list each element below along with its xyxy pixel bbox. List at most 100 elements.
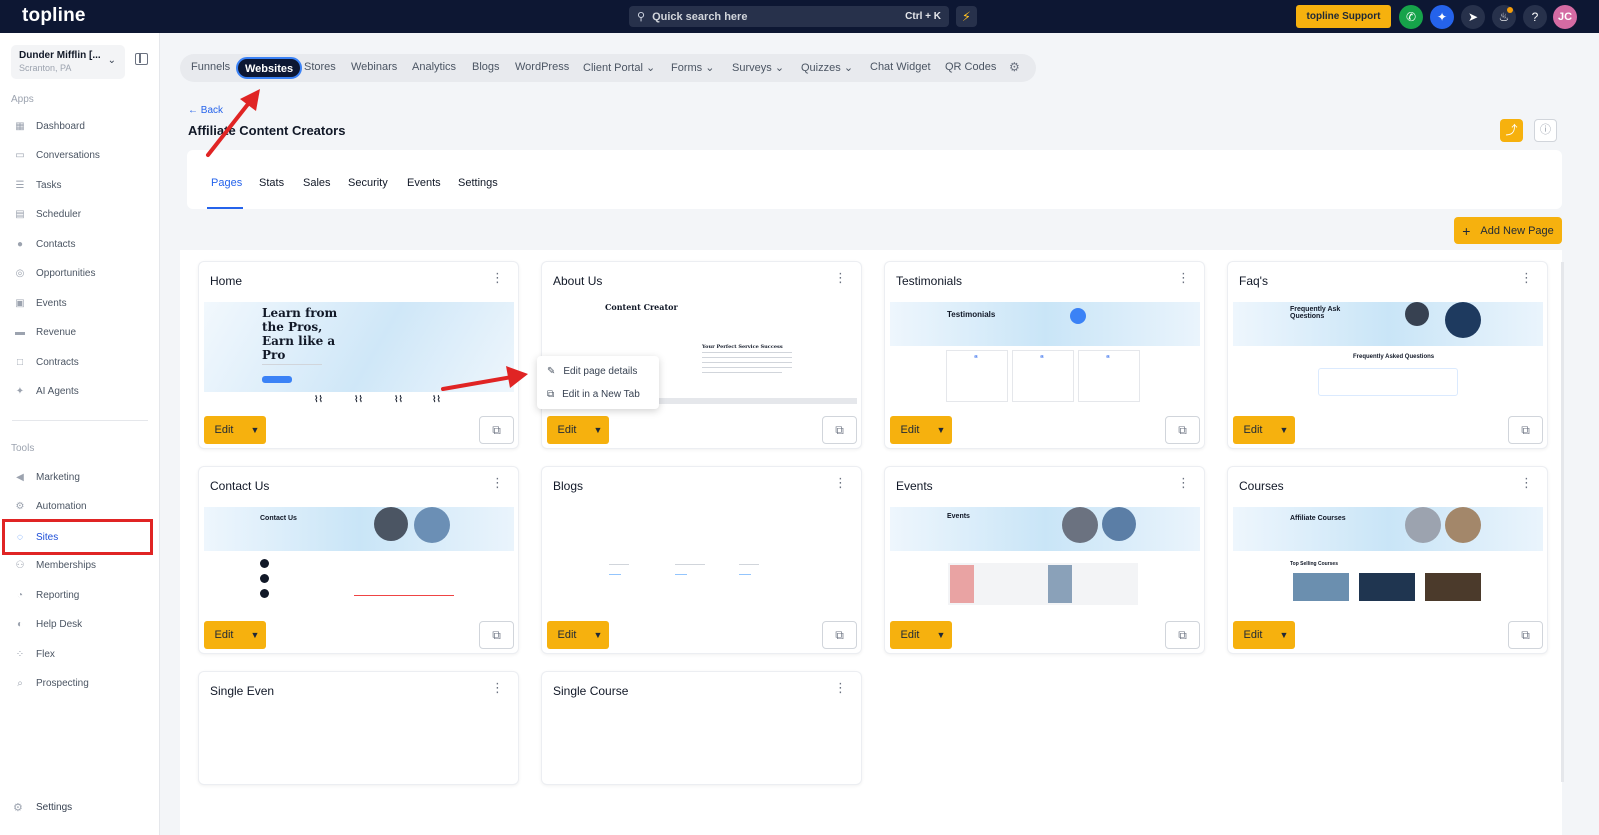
chevron-down-icon[interactable]: ▼	[244, 425, 266, 435]
page-thumbnail[interactable]: Learn from the Pros, Earn like a Pro ⌇⌇ …	[204, 302, 514, 406]
sidebar-item-ai-agents[interactable]: ✦ AI Agents	[13, 381, 153, 403]
external-link-icon[interactable]: ⧉	[1508, 416, 1543, 444]
back-link[interactable]: ← Back	[188, 105, 223, 116]
help-icon[interactable]: ?	[1523, 5, 1547, 29]
scrollbar[interactable]	[1561, 262, 1564, 782]
tab-client-portal[interactable]: Client Portal ⌄	[583, 61, 655, 74]
tab-quizzes[interactable]: Quizzes ⌄	[801, 61, 853, 74]
page-card-home[interactable]: Home ⋮ Learn from the Pros, Earn like a …	[198, 261, 519, 449]
tab-security[interactable]: Security	[348, 177, 388, 189]
megaphone-icon[interactable]: ➤	[1461, 5, 1485, 29]
tab-stores[interactable]: Stores	[304, 61, 336, 73]
sidebar-item-sites[interactable]: ◌ Sites	[2, 519, 153, 555]
chevron-down-icon[interactable]: ▼	[1273, 630, 1295, 640]
page-card-faq-s[interactable]: Faq's ⋮ Frequently Ask Questions Frequen…	[1227, 261, 1548, 449]
edit-button[interactable]: Edit ▼	[1233, 416, 1295, 444]
external-link-icon[interactable]: ⧉	[1165, 416, 1200, 444]
app-logo[interactable]: topline	[22, 5, 86, 27]
page-card-blogs[interactable]: Blogs ⋮ Edit ▼ ⧉	[541, 466, 862, 654]
edit-button[interactable]: Edit ▼	[547, 416, 609, 444]
external-link-icon[interactable]: ⧉	[822, 621, 857, 649]
tab-qr-codes[interactable]: QR Codes	[945, 61, 996, 73]
tabs-settings-gear-icon[interactable]: ⚙	[1009, 60, 1020, 74]
tab-stats[interactable]: Stats	[259, 177, 284, 189]
sidebar-item-settings[interactable]: ⚙ Settings	[13, 801, 72, 814]
tab-webinars[interactable]: Webinars	[351, 61, 397, 73]
page-card-single-even[interactable]: Single Even ⋮	[198, 671, 519, 785]
sidebar-item-flex[interactable]: ⁘ Flex	[13, 643, 153, 665]
chevron-down-icon[interactable]: ▼	[1273, 425, 1295, 435]
page-card-testimonials[interactable]: Testimonials ⋮ Testimonials “ “ “ Edit ▼…	[884, 261, 1205, 449]
quick-search[interactable]: ⚲ Quick search here Ctrl + K	[629, 6, 949, 27]
sidebar-item-prospecting[interactable]: ⌕ Prospecting	[13, 673, 153, 695]
external-link-icon[interactable]: ⧉	[479, 416, 514, 444]
tab-sales[interactable]: Sales	[303, 177, 331, 189]
edit-button[interactable]: Edit ▼	[204, 416, 266, 444]
page-card-single-course[interactable]: Single Course ⋮	[541, 671, 862, 785]
sidebar-item-dashboard[interactable]: ▦ Dashboard	[13, 115, 153, 137]
sidebar-item-reporting[interactable]: ◔ Reporting	[13, 584, 153, 606]
avatar[interactable]: JC	[1553, 5, 1577, 29]
page-card-courses[interactable]: Courses ⋮ Affiliate Courses Top Selling …	[1227, 466, 1548, 654]
kebab-menu-icon[interactable]: ⋮	[834, 271, 847, 284]
chevron-down-icon[interactable]: ▼	[587, 425, 609, 435]
tab-pages[interactable]: Pages	[211, 177, 242, 189]
tab-funnels[interactable]: Funnels	[191, 61, 230, 73]
page-thumbnail[interactable]: Contact Us	[204, 507, 514, 611]
tab-websites[interactable]: Websites	[236, 57, 303, 79]
sidebar-item-events[interactable]: ▣ Events	[13, 292, 153, 314]
lightning-icon[interactable]: ⚡	[956, 6, 977, 27]
kebab-menu-icon[interactable]: ⋮	[834, 476, 847, 489]
edit-button[interactable]: Edit ▼	[204, 621, 266, 649]
kebab-menu-icon[interactable]: ⋮	[1177, 476, 1190, 489]
edit-button[interactable]: Edit ▼	[547, 621, 609, 649]
kebab-menu-icon[interactable]: ⋮	[491, 476, 504, 489]
ai-sparkle-icon[interactable]: ✦	[1430, 5, 1454, 29]
page-thumbnail[interactable]: Events	[890, 507, 1200, 611]
chevron-down-icon[interactable]: ▼	[244, 630, 266, 640]
add-new-page-button[interactable]: + Add New Page	[1454, 217, 1562, 244]
sidebar-item-scheduler[interactable]: ▤ Scheduler	[13, 204, 153, 226]
collapse-sidebar-icon[interactable]	[135, 53, 148, 65]
edit-button[interactable]: Edit ▼	[890, 416, 952, 444]
phone-icon[interactable]: ✆	[1399, 5, 1423, 29]
edit-button[interactable]: Edit ▼	[1233, 621, 1295, 649]
support-button[interactable]: topline Support	[1296, 5, 1391, 28]
sidebar-item-contracts[interactable]: □ Contracts	[13, 351, 153, 373]
tab-settings[interactable]: Settings	[458, 177, 498, 189]
page-card-events[interactable]: Events ⋮ Events Edit ▼ ⧉	[884, 466, 1205, 654]
tab-forms[interactable]: Forms ⌄	[671, 61, 714, 74]
menu-item-edit-page-details[interactable]: ✎ Edit page details	[547, 366, 637, 377]
chevron-down-icon[interactable]: ▼	[930, 425, 952, 435]
external-link-icon[interactable]: ⧉	[1508, 621, 1543, 649]
page-thumbnail[interactable]: Testimonials “ “ “	[890, 302, 1200, 406]
sidebar-item-conversations[interactable]: ▭ Conversations	[13, 145, 153, 167]
tab-chat-widget[interactable]: Chat Widget	[870, 61, 931, 73]
page-card-contact-us[interactable]: Contact Us ⋮ Contact Us Edit ▼ ⧉	[198, 466, 519, 654]
sidebar-item-marketing[interactable]: ◀ Marketing	[13, 466, 153, 488]
kebab-menu-icon[interactable]: ⋮	[1177, 271, 1190, 284]
tab-wordpress[interactable]: WordPress	[515, 61, 569, 73]
kebab-menu-icon[interactable]: ⋮	[1520, 271, 1533, 284]
page-thumbnail[interactable]: Frequently Ask Questions Frequently Aske…	[1233, 302, 1543, 406]
sidebar-item-automation[interactable]: ⚙ Automation	[13, 496, 153, 518]
page-thumbnail[interactable]: Affiliate Courses Top Selling Courses	[1233, 507, 1543, 611]
kebab-menu-icon[interactable]: ⋮	[834, 681, 847, 694]
share-icon[interactable]: ⤴	[1500, 119, 1523, 142]
sidebar-item-memberships[interactable]: ⚇ Memberships	[13, 555, 153, 577]
external-link-icon[interactable]: ⧉	[479, 621, 514, 649]
account-switcher[interactable]: Dunder Mifflin [... Scranton, PA ⌄	[11, 45, 125, 79]
sidebar-item-opportunities[interactable]: ◎ Opportunities	[13, 263, 153, 285]
info-icon[interactable]: ⓘ	[1534, 119, 1557, 142]
bell-icon[interactable]: ♨	[1492, 5, 1516, 29]
chevron-down-icon[interactable]: ▼	[587, 630, 609, 640]
sidebar-item-tasks[interactable]: ☰ Tasks	[13, 174, 153, 196]
page-card-about-us[interactable]: About Us ⋮ Content Creator Your Perfect …	[541, 261, 862, 449]
page-thumbnail[interactable]	[547, 507, 857, 611]
kebab-menu-icon[interactable]: ⋮	[491, 271, 504, 284]
edit-button[interactable]: Edit ▼	[890, 621, 952, 649]
tab-analytics[interactable]: Analytics	[412, 61, 456, 73]
chevron-down-icon[interactable]: ▼	[930, 630, 952, 640]
tab-blogs[interactable]: Blogs	[472, 61, 500, 73]
sidebar-item-contacts[interactable]: ● Contacts	[13, 233, 153, 255]
